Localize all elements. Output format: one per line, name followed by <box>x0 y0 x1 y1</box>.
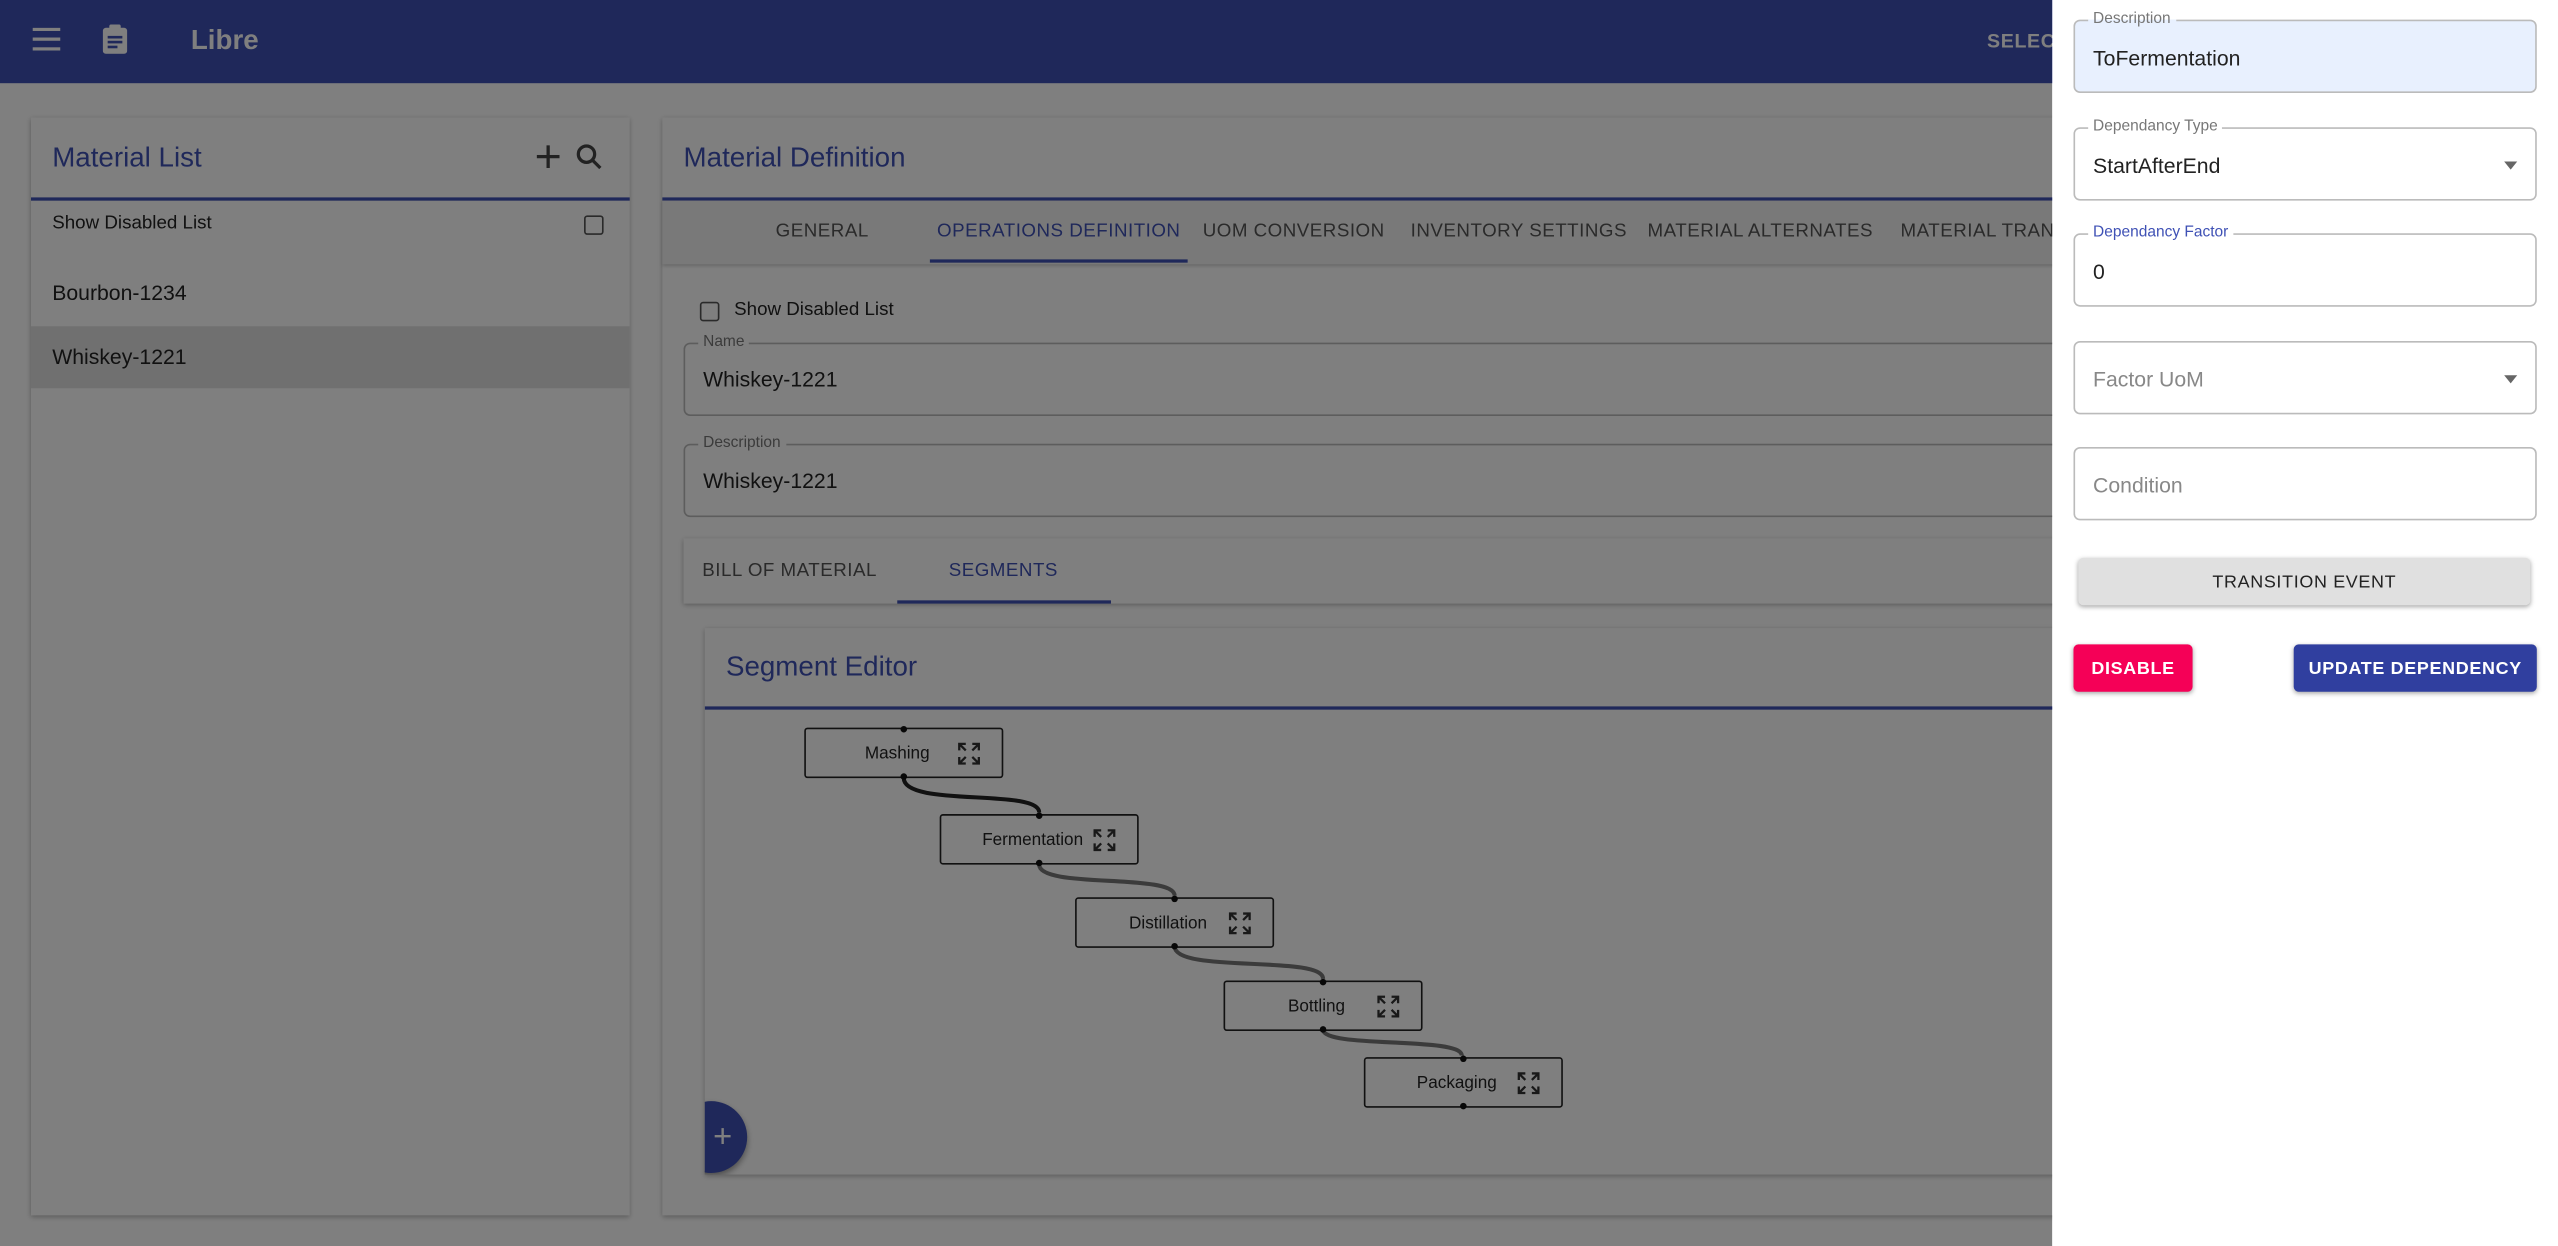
description-value: ToFermentation <box>2093 45 2241 71</box>
modal-backdrop[interactable] <box>0 0 2053 1246</box>
factor-uom-select[interactable]: Factor UoM <box>2073 340 2537 415</box>
chevron-down-icon <box>2504 160 2518 169</box>
dependancy-factor-input[interactable]: Dependancy Factor 0 <box>2073 223 2537 307</box>
condition-placeholder: Condition <box>2093 473 2183 498</box>
chevron-down-icon <box>2504 374 2518 383</box>
dependancy-factor-label: Dependancy Factor <box>2088 223 2234 244</box>
update-dependency-button[interactable]: UPDATE DEPENDENCY <box>2293 644 2537 692</box>
description-input[interactable]: Description ToFermentation <box>2073 9 2537 93</box>
dependancy-type-value: StartAfterEnd <box>2093 153 2221 178</box>
dependancy-factor-value: 0 <box>2093 259 2105 284</box>
description-label: Description <box>2088 9 2176 30</box>
dependancy-type-select[interactable]: Dependancy Type StartAfterEnd <box>2073 117 2537 201</box>
dependency-drawer: Description ToFermentation Dependancy Ty… <box>2052 0 2558 1246</box>
transition-event-button[interactable]: TRANSITION EVENT <box>2078 557 2531 606</box>
condition-input[interactable]: Condition <box>2073 446 2537 521</box>
factor-uom-placeholder: Factor UoM <box>2093 367 2204 392</box>
dependancy-type-label: Dependancy Type <box>2088 117 2223 138</box>
disable-button[interactable]: DISABLE <box>2073 644 2193 692</box>
